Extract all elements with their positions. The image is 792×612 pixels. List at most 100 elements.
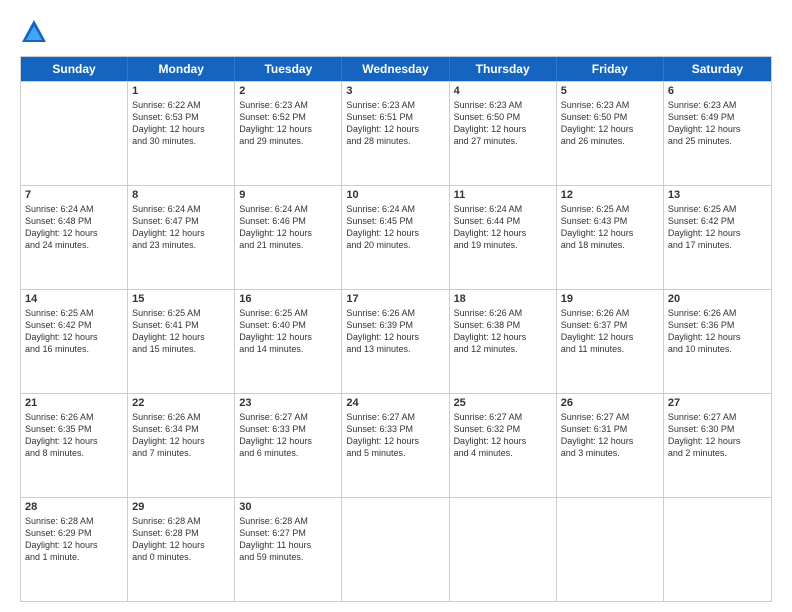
day-number: 5 bbox=[561, 85, 659, 97]
cal-cell-11: 11 Sunrise: 6:24 AM Sunset: 6:44 PM Dayli… bbox=[450, 186, 557, 289]
header-day-thursday: Thursday bbox=[450, 57, 557, 81]
cal-cell-20: 20 Sunrise: 6:26 AM Sunset: 6:36 PM Dayli… bbox=[664, 290, 771, 393]
day-number: 18 bbox=[454, 293, 552, 305]
cell-details: Sunrise: 6:24 AM Sunset: 6:46 PM Dayligh… bbox=[239, 203, 337, 252]
header-day-saturday: Saturday bbox=[664, 57, 771, 81]
calendar-header: SundayMondayTuesdayWednesdayThursdayFrid… bbox=[21, 57, 771, 81]
cell-details: Sunrise: 6:28 AM Sunset: 6:28 PM Dayligh… bbox=[132, 515, 230, 564]
day-number: 11 bbox=[454, 189, 552, 201]
cell-details: Sunrise: 6:26 AM Sunset: 6:35 PM Dayligh… bbox=[25, 411, 123, 460]
cell-details: Sunrise: 6:25 AM Sunset: 6:41 PM Dayligh… bbox=[132, 307, 230, 356]
cal-cell-2: 2 Sunrise: 6:23 AM Sunset: 6:52 PM Daylig… bbox=[235, 82, 342, 185]
day-number: 22 bbox=[132, 397, 230, 409]
cal-cell-27: 27 Sunrise: 6:27 AM Sunset: 6:30 PM Dayli… bbox=[664, 394, 771, 497]
day-number: 10 bbox=[346, 189, 444, 201]
day-number: 6 bbox=[668, 85, 767, 97]
cell-details: Sunrise: 6:24 AM Sunset: 6:48 PM Dayligh… bbox=[25, 203, 123, 252]
header-day-sunday: Sunday bbox=[21, 57, 128, 81]
day-number: 3 bbox=[346, 85, 444, 97]
cal-cell-30: 30 Sunrise: 6:28 AM Sunset: 6:27 PM Dayli… bbox=[235, 498, 342, 601]
day-number: 7 bbox=[25, 189, 123, 201]
calendar-row-4: 28 Sunrise: 6:28 AM Sunset: 6:29 PM Dayli… bbox=[21, 497, 771, 601]
header-day-wednesday: Wednesday bbox=[342, 57, 449, 81]
cell-details: Sunrise: 6:23 AM Sunset: 6:50 PM Dayligh… bbox=[454, 99, 552, 148]
cell-details: Sunrise: 6:24 AM Sunset: 6:44 PM Dayligh… bbox=[454, 203, 552, 252]
calendar-row-0: 1 Sunrise: 6:22 AM Sunset: 6:53 PM Daylig… bbox=[21, 81, 771, 185]
cal-cell-23: 23 Sunrise: 6:27 AM Sunset: 6:33 PM Dayli… bbox=[235, 394, 342, 497]
day-number: 8 bbox=[132, 189, 230, 201]
day-number: 9 bbox=[239, 189, 337, 201]
cal-cell-7: 7 Sunrise: 6:24 AM Sunset: 6:48 PM Daylig… bbox=[21, 186, 128, 289]
cell-details: Sunrise: 6:26 AM Sunset: 6:36 PM Dayligh… bbox=[668, 307, 767, 356]
cal-cell-6: 6 Sunrise: 6:23 AM Sunset: 6:49 PM Daylig… bbox=[664, 82, 771, 185]
cell-details: Sunrise: 6:23 AM Sunset: 6:51 PM Dayligh… bbox=[346, 99, 444, 148]
cal-cell-3: 3 Sunrise: 6:23 AM Sunset: 6:51 PM Daylig… bbox=[342, 82, 449, 185]
calendar-row-1: 7 Sunrise: 6:24 AM Sunset: 6:48 PM Daylig… bbox=[21, 185, 771, 289]
cell-details: Sunrise: 6:27 AM Sunset: 6:33 PM Dayligh… bbox=[239, 411, 337, 460]
cell-details: Sunrise: 6:25 AM Sunset: 6:42 PM Dayligh… bbox=[25, 307, 123, 356]
cal-cell-19: 19 Sunrise: 6:26 AM Sunset: 6:37 PM Dayli… bbox=[557, 290, 664, 393]
day-number: 4 bbox=[454, 85, 552, 97]
day-number: 25 bbox=[454, 397, 552, 409]
cal-cell-29: 29Sunrise: 6:28 AM Sunset: 6:28 PM Dayli… bbox=[128, 498, 235, 601]
calendar: SundayMondayTuesdayWednesdayThursdayFrid… bbox=[20, 56, 772, 602]
day-number: 30 bbox=[239, 501, 337, 513]
day-number: 15 bbox=[132, 293, 230, 305]
cell-details: Sunrise: 6:23 AM Sunset: 6:50 PM Dayligh… bbox=[561, 99, 659, 148]
cal-cell-22: 22 Sunrise: 6:26 AM Sunset: 6:34 PM Dayli… bbox=[128, 394, 235, 497]
cal-cell-15: 15 Sunrise: 6:25 AM Sunset: 6:41 PM Dayli… bbox=[128, 290, 235, 393]
day-number: 20 bbox=[668, 293, 767, 305]
cell-details: Sunrise: 6:23 AM Sunset: 6:52 PM Dayligh… bbox=[239, 99, 337, 148]
header-day-monday: Monday bbox=[128, 57, 235, 81]
page: SundayMondayTuesdayWednesdayThursdayFrid… bbox=[0, 0, 792, 612]
day-number: 12 bbox=[561, 189, 659, 201]
day-number: 1 bbox=[132, 85, 230, 97]
calendar-row-3: 21Sunrise: 6:26 AM Sunset: 6:35 PM Dayli… bbox=[21, 393, 771, 497]
cal-cell-14: 14Sunrise: 6:25 AM Sunset: 6:42 PM Dayli… bbox=[21, 290, 128, 393]
day-number: 27 bbox=[668, 397, 767, 409]
cell-details: Sunrise: 6:28 AM Sunset: 6:29 PM Dayligh… bbox=[25, 515, 123, 564]
logo-icon bbox=[20, 18, 48, 46]
day-number: 23 bbox=[239, 397, 337, 409]
cell-details: Sunrise: 6:25 AM Sunset: 6:42 PM Dayligh… bbox=[668, 203, 767, 252]
cell-details: Sunrise: 6:24 AM Sunset: 6:47 PM Dayligh… bbox=[132, 203, 230, 252]
cell-details: Sunrise: 6:28 AM Sunset: 6:27 PM Dayligh… bbox=[239, 515, 337, 564]
cal-cell-28: 28 Sunrise: 6:28 AM Sunset: 6:29 PM Dayli… bbox=[21, 498, 128, 601]
logo bbox=[20, 18, 52, 46]
day-number: 2 bbox=[239, 85, 337, 97]
day-number: 26 bbox=[561, 397, 659, 409]
cal-cell-9: 9 Sunrise: 6:24 AM Sunset: 6:46 PM Daylig… bbox=[235, 186, 342, 289]
cal-cell-25: 25 Sunrise: 6:27 AM Sunset: 6:32 PM Dayli… bbox=[450, 394, 557, 497]
cell-details: Sunrise: 6:26 AM Sunset: 6:34 PM Dayligh… bbox=[132, 411, 230, 460]
header-day-tuesday: Tuesday bbox=[235, 57, 342, 81]
day-number: 19 bbox=[561, 293, 659, 305]
cell-details: Sunrise: 6:27 AM Sunset: 6:32 PM Dayligh… bbox=[454, 411, 552, 460]
day-number: 16 bbox=[239, 293, 337, 305]
cal-cell-empty-0-0 bbox=[21, 82, 128, 185]
cell-details: Sunrise: 6:27 AM Sunset: 6:31 PM Dayligh… bbox=[561, 411, 659, 460]
day-number: 24 bbox=[346, 397, 444, 409]
cell-details: Sunrise: 6:26 AM Sunset: 6:39 PM Dayligh… bbox=[346, 307, 444, 356]
cal-cell-26: 26 Sunrise: 6:27 AM Sunset: 6:31 PM Dayli… bbox=[557, 394, 664, 497]
cell-details: Sunrise: 6:26 AM Sunset: 6:37 PM Dayligh… bbox=[561, 307, 659, 356]
cal-cell-12: 12Sunrise: 6:25 AM Sunset: 6:43 PM Dayli… bbox=[557, 186, 664, 289]
cal-cell-24: 24 Sunrise: 6:27 AM Sunset: 6:33 PM Dayli… bbox=[342, 394, 449, 497]
cal-cell-empty-4-6 bbox=[664, 498, 771, 601]
cell-details: Sunrise: 6:27 AM Sunset: 6:33 PM Dayligh… bbox=[346, 411, 444, 460]
cal-cell-empty-4-4 bbox=[450, 498, 557, 601]
day-number: 13 bbox=[668, 189, 767, 201]
cal-cell-16: 16 Sunrise: 6:25 AM Sunset: 6:40 PM Dayli… bbox=[235, 290, 342, 393]
cell-details: Sunrise: 6:27 AM Sunset: 6:30 PM Dayligh… bbox=[668, 411, 767, 460]
cell-details: Sunrise: 6:23 AM Sunset: 6:49 PM Dayligh… bbox=[668, 99, 767, 148]
cell-details: Sunrise: 6:25 AM Sunset: 6:40 PM Dayligh… bbox=[239, 307, 337, 356]
cell-details: Sunrise: 6:26 AM Sunset: 6:38 PM Dayligh… bbox=[454, 307, 552, 356]
cal-cell-21: 21Sunrise: 6:26 AM Sunset: 6:35 PM Dayli… bbox=[21, 394, 128, 497]
cal-cell-10: 10Sunrise: 6:24 AM Sunset: 6:45 PM Dayli… bbox=[342, 186, 449, 289]
cell-details: Sunrise: 6:22 AM Sunset: 6:53 PM Dayligh… bbox=[132, 99, 230, 148]
cal-cell-4: 4 Sunrise: 6:23 AM Sunset: 6:50 PM Daylig… bbox=[450, 82, 557, 185]
cal-cell-5: 5 Sunrise: 6:23 AM Sunset: 6:50 PM Daylig… bbox=[557, 82, 664, 185]
calendar-row-2: 14Sunrise: 6:25 AM Sunset: 6:42 PM Dayli… bbox=[21, 289, 771, 393]
header bbox=[20, 18, 772, 46]
day-number: 28 bbox=[25, 501, 123, 513]
cal-cell-1: 1 Sunrise: 6:22 AM Sunset: 6:53 PM Daylig… bbox=[128, 82, 235, 185]
